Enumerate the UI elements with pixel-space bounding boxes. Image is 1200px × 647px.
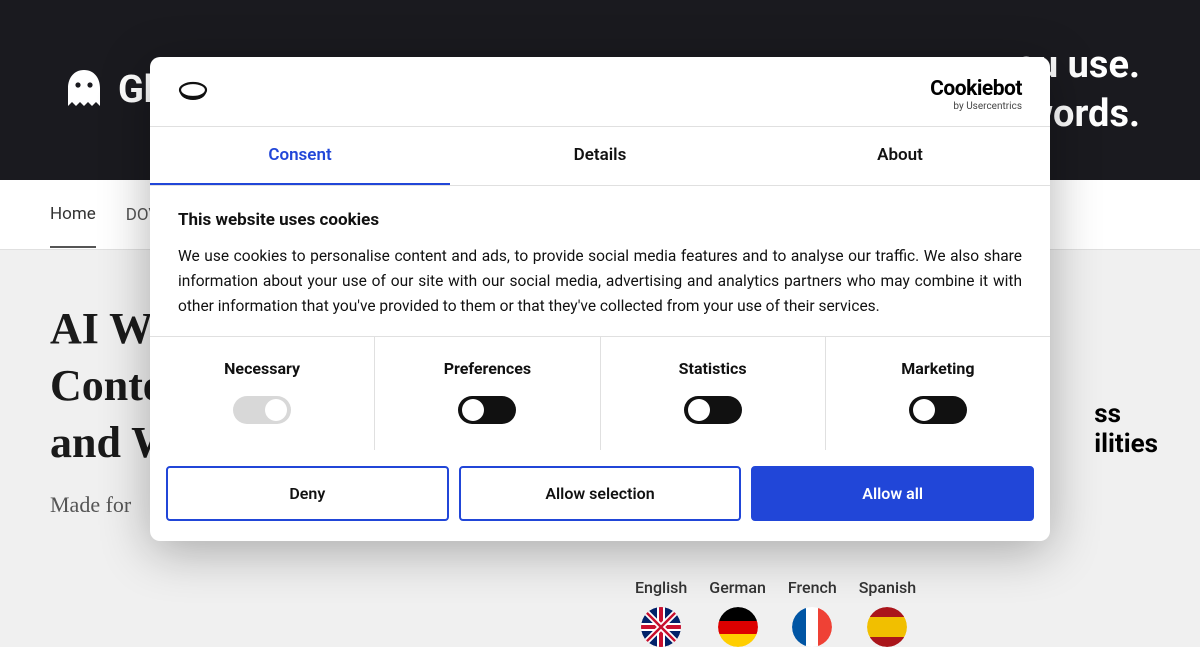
- tab-consent[interactable]: Consent: [150, 127, 450, 185]
- category-marketing: Marketing: [826, 337, 1050, 450]
- category-necessary: Necessary: [150, 337, 375, 450]
- category-label: Statistics: [611, 359, 815, 378]
- tab-details[interactable]: Details: [450, 127, 750, 185]
- cookie-modal: Cookiebot by Usercentrics Consent Detail…: [150, 57, 1050, 541]
- allow-all-button[interactable]: Allow all: [751, 466, 1034, 521]
- modal-body: This website uses cookies We use cookies…: [150, 186, 1050, 336]
- toggle-preferences[interactable]: [458, 396, 516, 424]
- cookie-modal-backdrop: Cookiebot by Usercentrics Consent Detail…: [0, 0, 1200, 623]
- toggle-marketing[interactable]: [909, 396, 967, 424]
- toggle-necessary: [233, 396, 291, 424]
- tab-about[interactable]: About: [750, 127, 1050, 185]
- category-label: Necessary: [160, 359, 364, 378]
- toggle-statistics[interactable]: [684, 396, 742, 424]
- cookiebot-name: Cookiebot: [930, 77, 1022, 101]
- cookie-categories: Necessary Preferences Statistics Marketi…: [150, 336, 1050, 450]
- category-statistics: Statistics: [601, 337, 826, 450]
- category-preferences: Preferences: [375, 337, 600, 450]
- modal-text: We use cookies to personalise content an…: [178, 244, 1022, 318]
- category-label: Marketing: [836, 359, 1040, 378]
- allow-selection-button[interactable]: Allow selection: [459, 466, 742, 521]
- cookiebot-logo: Cookiebot by Usercentrics: [930, 77, 1022, 112]
- modal-heading: This website uses cookies: [178, 210, 1022, 230]
- cookie-icon: [178, 80, 208, 110]
- modal-actions: Deny Allow selection Allow all: [150, 450, 1050, 541]
- category-label: Preferences: [385, 359, 589, 378]
- modal-tabs: Consent Details About: [150, 126, 1050, 186]
- cookiebot-sub: by Usercentrics: [930, 101, 1022, 112]
- modal-header: Cookiebot by Usercentrics: [150, 57, 1050, 126]
- deny-button[interactable]: Deny: [166, 466, 449, 521]
